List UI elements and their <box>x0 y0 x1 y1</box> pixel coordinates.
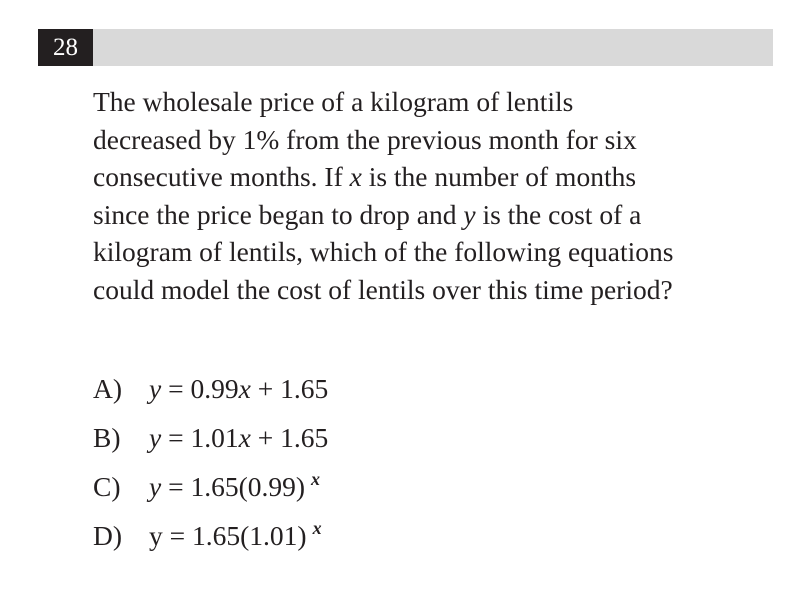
choice-equation: y = 1.01x + 1.65 <box>149 419 328 456</box>
equation-text: + 1.65 <box>250 373 329 404</box>
stem-line: since the price began to drop and y is t… <box>93 196 773 234</box>
choice-equation: y = 0.99x + 1.65 <box>149 370 328 407</box>
variable-y: y <box>149 520 163 551</box>
variable-x: x <box>238 422 251 453</box>
choice-d[interactable]: D) y = 1.65(1.01) x <box>93 517 693 566</box>
stem-text: since the price began to drop and <box>93 198 464 230</box>
equation-text: = 1.65(0.99) <box>161 471 306 502</box>
choice-c[interactable]: C) y = 1.65(0.99) x <box>93 468 693 517</box>
stem-line: decreased by 1% from the previous month … <box>93 123 637 155</box>
question-header-bar <box>38 29 773 66</box>
choice-equation: y = 1.65(0.99) x <box>149 468 320 509</box>
choice-letter: C) <box>93 471 121 502</box>
equation-text: = 1.01 <box>161 422 239 453</box>
stem-line: consecutive months. If x is the number o… <box>93 158 773 196</box>
choice-b[interactable]: B) y = 1.01x + 1.65 <box>93 419 693 468</box>
choice-letter: A) <box>93 373 123 404</box>
variable-y: y <box>463 198 476 230</box>
equation-text: + 1.65 <box>250 422 329 453</box>
stem-text: is the number of months <box>361 161 637 193</box>
stem-line: kilogram of lentils, which of the follow… <box>93 236 674 268</box>
variable-y: y <box>149 373 162 404</box>
stem-text: is the cost of a <box>475 198 642 230</box>
question-number: 28 <box>38 29 93 66</box>
stem-line: could model the cost of lentils over thi… <box>93 273 673 305</box>
choice-a[interactable]: A) y = 0.99x + 1.65 <box>93 370 693 419</box>
exponent-x: x <box>311 469 321 489</box>
variable-x: x <box>349 161 362 193</box>
equation-text: = 0.99 <box>161 373 239 404</box>
variable-x: x <box>238 373 251 404</box>
variable-y: y <box>149 471 162 502</box>
question-stem: The wholesale price of a kilogram of len… <box>93 83 773 309</box>
answer-choices: A) y = 0.99x + 1.65 B) y = 1.01x + 1.65 C)… <box>93 370 693 566</box>
equation-text: = 1.65(1.01) <box>162 520 307 551</box>
choice-letter: D) <box>93 520 123 551</box>
variable-y: y <box>149 422 162 453</box>
stem-text: consecutive months. If <box>93 161 350 193</box>
choice-equation: y = 1.65(1.01) x <box>149 517 322 558</box>
exponent-x: x <box>312 518 322 538</box>
choice-letter: B) <box>93 422 121 453</box>
stem-line: The wholesale price of a kilogram of len… <box>93 86 574 117</box>
